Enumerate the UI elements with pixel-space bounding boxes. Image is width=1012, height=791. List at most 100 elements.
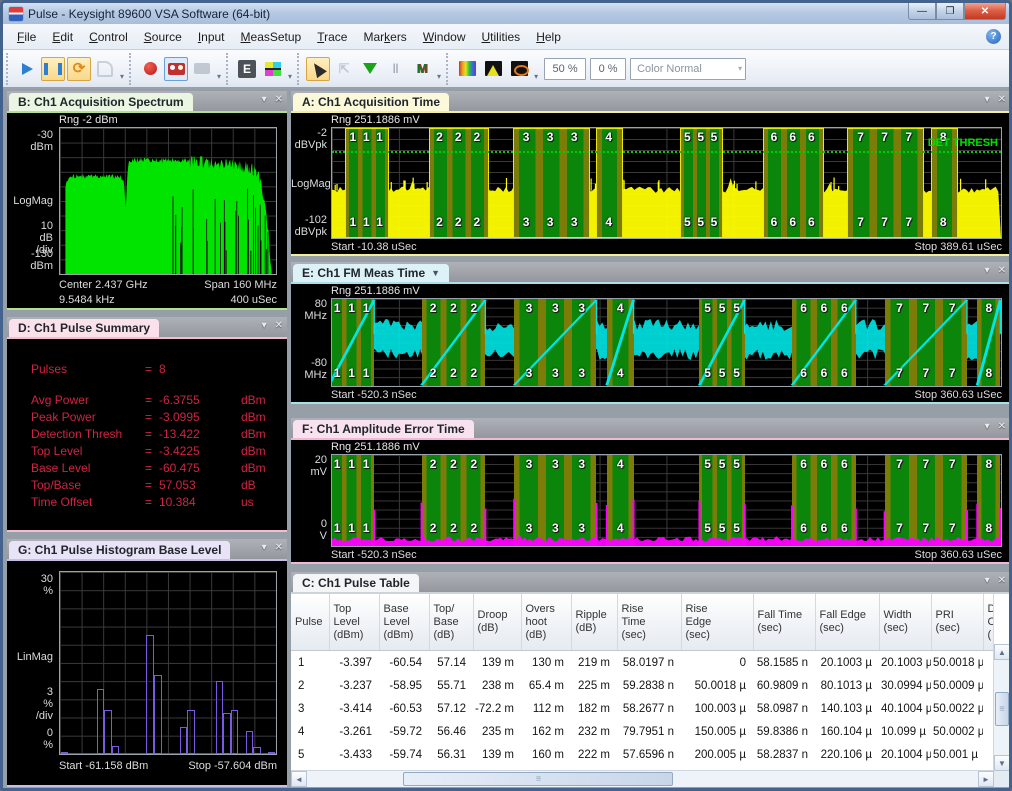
- tab-fm-meas-time[interactable]: E: Ch1 FM Meas Time▼: [293, 264, 449, 282]
- tab-pulse-histogram[interactable]: G: Ch1 Pulse Histogram Base Level: [9, 541, 230, 559]
- scroll-up-icon[interactable]: ▲: [994, 644, 1010, 660]
- panel-close-icon[interactable]: ✕: [998, 265, 1006, 277]
- spectrum-display-button[interactable]: [481, 57, 505, 81]
- tab-dropdown-icon[interactable]: ▼: [431, 268, 440, 278]
- toolbar: ⟳▾▾E▾⇱‖M▾▾50 %0 %Color Normal▾: [3, 50, 1009, 89]
- range-field[interactable]: 50 %: [544, 58, 586, 80]
- panel-close-icon[interactable]: ✕: [998, 575, 1006, 587]
- panel-pulse-table: C: Ch1 Pulse Table ▾ ✕ PulseTopLevel(dBm)…: [291, 572, 1010, 787]
- menu-markers[interactable]: Markers: [355, 27, 414, 47]
- menu-trace[interactable]: Trace: [309, 27, 355, 47]
- column-header[interactable]: PRI(sec): [931, 594, 983, 651]
- combo-dropdown-icon[interactable]: ▾: [738, 64, 742, 73]
- menu-window[interactable]: Window: [415, 27, 474, 47]
- panel-menu-icon[interactable]: ▾: [262, 320, 267, 332]
- minimize-button[interactable]: —: [908, 3, 936, 20]
- fm-plot[interactable]: 1111112222223333334455555566666677777788: [331, 298, 1002, 387]
- column-header[interactable]: Overshoot(dB): [521, 594, 571, 651]
- panel-close-icon[interactable]: ✕: [998, 94, 1006, 106]
- menu-source[interactable]: Source: [136, 27, 190, 47]
- continuous-button[interactable]: ⟳: [67, 57, 91, 81]
- tab-pulse-table[interactable]: C: Ch1 Pulse Table: [293, 574, 419, 592]
- close-button[interactable]: ✕: [964, 3, 1006, 20]
- marker-coupling-button[interactable]: M: [410, 57, 434, 81]
- menu-input[interactable]: Input: [190, 27, 233, 47]
- pause-button[interactable]: [41, 57, 65, 81]
- recorder-button[interactable]: [190, 57, 214, 81]
- run-button[interactable]: [15, 57, 39, 81]
- trigger-level-field[interactable]: 0 %: [590, 58, 626, 80]
- move-marker-button[interactable]: ⇱: [332, 57, 356, 81]
- panel-menu-icon[interactable]: ▾: [985, 575, 990, 587]
- tab-pulse-summary[interactable]: D: Ch1 Pulse Summary: [9, 319, 159, 337]
- toolbar-overflow-icon[interactable]: ▾: [288, 72, 292, 83]
- tab-acquisition-spectrum[interactable]: B: Ch1 Acquisition Spectrum: [9, 93, 193, 111]
- panel-menu-icon[interactable]: ▾: [262, 94, 267, 106]
- edit-layout-button[interactable]: E: [235, 57, 259, 81]
- single-acquisition-button[interactable]: [93, 57, 117, 81]
- peak-search-button[interactable]: [358, 57, 382, 81]
- histogram-plot[interactable]: [59, 571, 277, 755]
- persistence-display-button[interactable]: [507, 57, 531, 81]
- scroll-down-icon[interactable]: ▼: [994, 755, 1010, 771]
- scroll-right-icon[interactable]: ►: [978, 771, 994, 787]
- spectrum-plot[interactable]: [59, 127, 277, 275]
- menu-meassetup[interactable]: MeasSetup: [233, 27, 310, 47]
- toolbar-overflow-icon[interactable]: ▾: [437, 72, 441, 83]
- column-header[interactable]: Droop(dB): [473, 594, 521, 651]
- spectrogram-button[interactable]: [455, 57, 479, 81]
- column-header[interactable]: Fall Time(sec): [753, 594, 815, 651]
- maximize-button[interactable]: ❐: [936, 3, 964, 20]
- panel-menu-icon[interactable]: ▾: [985, 421, 990, 433]
- table-row[interactable]: 3-3.414-60.5357.12-72.2 m112 m182 m58.26…: [291, 697, 993, 720]
- column-header[interactable]: DC(: [983, 594, 993, 651]
- column-header[interactable]: Width(sec): [879, 594, 931, 651]
- column-header[interactable]: Fall Edge(sec): [815, 594, 879, 651]
- menu-utilities[interactable]: Utilities: [474, 27, 529, 47]
- scroll-left-icon[interactable]: ◄: [291, 771, 307, 787]
- column-header[interactable]: RiseEdge(sec): [681, 594, 753, 651]
- table-row[interactable]: 4-3.261-59.7256.46235 m162 m232 m79.7951…: [291, 720, 993, 743]
- menu-help[interactable]: Help: [528, 27, 569, 47]
- title-bar[interactable]: Pulse - Keysight 89600 VSA Software (64-…: [3, 3, 1009, 24]
- column-header[interactable]: RiseTime(sec): [617, 594, 681, 651]
- table-row[interactable]: 1-3.397-60.5457.14139 m130 m219 m58.0197…: [291, 651, 993, 675]
- panel-close-icon[interactable]: ✕: [275, 542, 283, 554]
- panel-menu-icon[interactable]: ▾: [985, 265, 990, 277]
- column-header[interactable]: Pulse: [291, 594, 329, 651]
- panel-close-icon[interactable]: ✕: [998, 421, 1006, 433]
- table-row[interactable]: 2-3.237-58.9555.71238 m65.4 m225 m59.283…: [291, 674, 993, 697]
- column-header[interactable]: Top/Base(dB): [429, 594, 473, 651]
- toolbar-overflow-icon[interactable]: ▾: [534, 72, 538, 83]
- panel-close-icon[interactable]: ✕: [275, 320, 283, 332]
- player-button[interactable]: [164, 57, 188, 81]
- column-header[interactable]: BaseLevel(dBm): [379, 594, 429, 651]
- band-power-marker-button[interactable]: ‖: [384, 57, 408, 81]
- panel-menu-icon[interactable]: ▾: [262, 542, 267, 554]
- menu-edit[interactable]: Edit: [44, 27, 81, 47]
- vertical-scrollbar[interactable]: ▲ ▼: [993, 644, 1010, 771]
- column-header[interactable]: TopLevel(dBm): [329, 594, 379, 651]
- horizontal-scroll-thumb[interactable]: [403, 772, 673, 786]
- acq-time-plot[interactable]: 1111112222223333334455555566666677777788…: [331, 127, 1002, 239]
- select-tool-button[interactable]: [306, 57, 330, 81]
- panel-menu-icon[interactable]: ▾: [985, 94, 990, 106]
- column-header[interactable]: Ripple(dB): [571, 594, 617, 651]
- record-button[interactable]: [138, 57, 162, 81]
- toolbar-overflow-icon[interactable]: ▾: [217, 72, 221, 83]
- amp-err-plot[interactable]: 1111112222223333334455555566666677777788: [331, 454, 1002, 547]
- menu-file[interactable]: File: [9, 27, 44, 47]
- trace-layout-button[interactable]: [261, 57, 285, 81]
- menu-control[interactable]: Control: [81, 27, 136, 47]
- help-icon[interactable]: ?: [986, 29, 1001, 44]
- vertical-scroll-thumb[interactable]: [995, 692, 1009, 726]
- color-mode-select[interactable]: Color Normal▾: [630, 58, 746, 80]
- time-stop-label: Stop 389.61 uSec: [915, 241, 1002, 253]
- tab-acquisition-time[interactable]: A: Ch1 Acquisition Time: [293, 93, 449, 111]
- toolbar-overflow-icon[interactable]: ▾: [120, 72, 124, 83]
- horizontal-scrollbar[interactable]: ◄ ►: [291, 770, 994, 787]
- table-row[interactable]: 5-3.433-59.7456.31139 m160 m222 m57.6596…: [291, 743, 993, 766]
- panel-close-icon[interactable]: ✕: [275, 94, 283, 106]
- range-label: Rng 251.1886 mV: [331, 114, 420, 126]
- tab-amplitude-error-time[interactable]: F: Ch1 Amplitude Error Time: [293, 420, 474, 438]
